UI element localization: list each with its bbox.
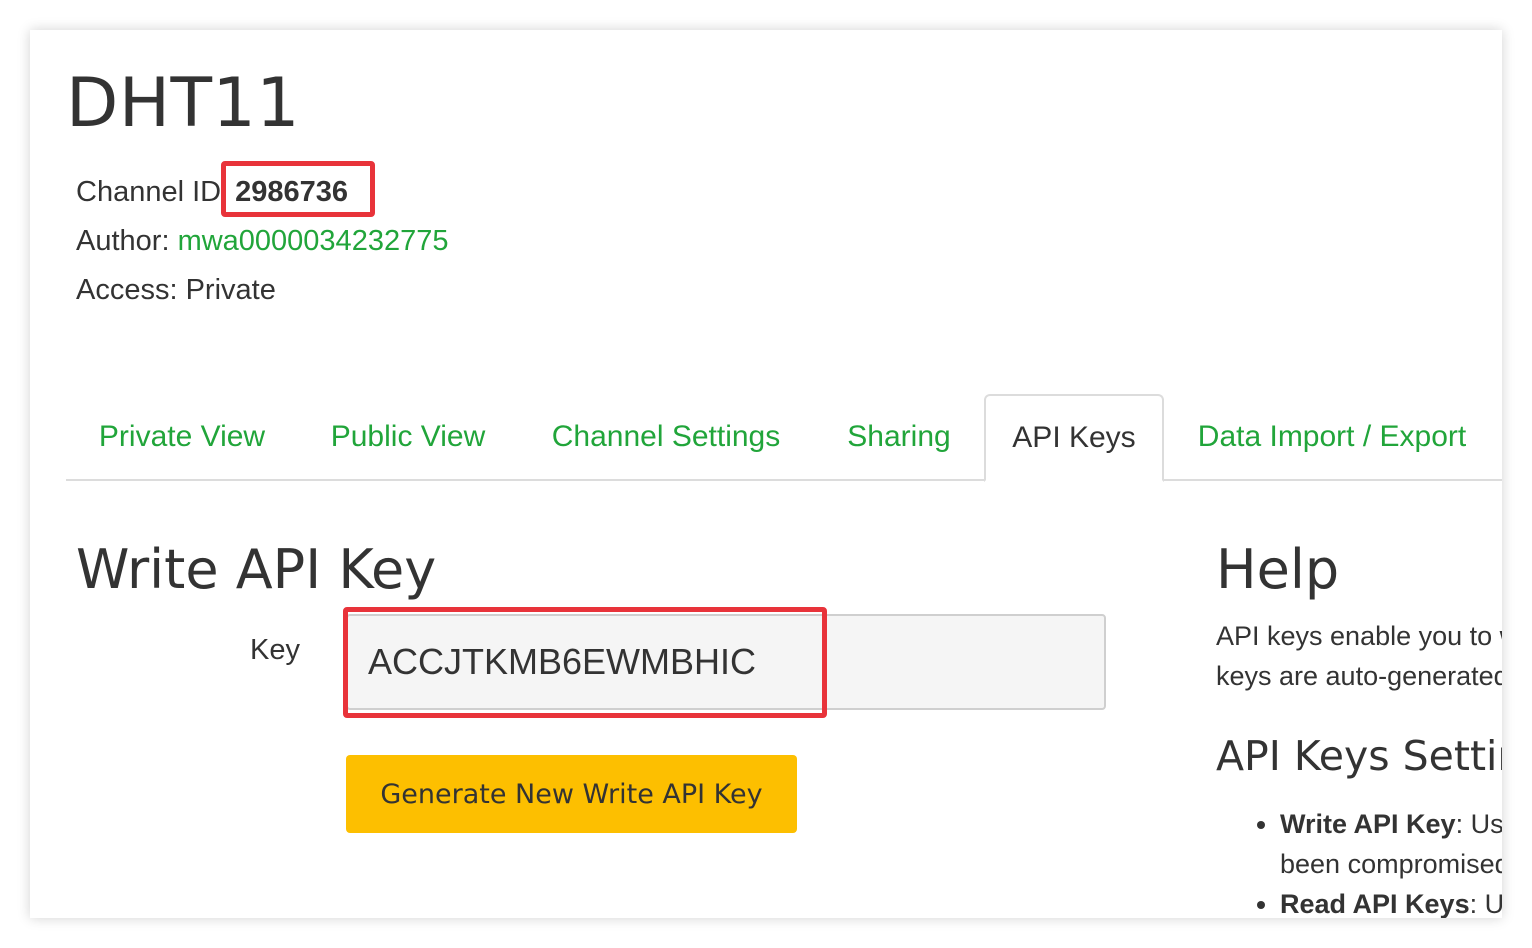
help-text: : Use <box>1469 889 1502 918</box>
channel-id-highlight <box>221 161 375 217</box>
author-link[interactable]: mwa0000034232775 <box>178 225 449 257</box>
tab-label: API Keys <box>1012 421 1136 454</box>
list-item: Read API Keys: Use <box>1280 884 1502 918</box>
tab-public-view[interactable]: Public View <box>298 394 518 479</box>
write-api-key-title: Write API Key <box>76 538 437 601</box>
tab-sharing[interactable]: Sharing <box>814 394 984 479</box>
channel-title: DHT11 <box>66 64 301 143</box>
help-title: Help <box>1216 538 1340 601</box>
api-keys-settings-title: API Keys Settin <box>1216 732 1502 780</box>
tab-data-import-export[interactable]: Data Import / Export <box>1162 394 1502 479</box>
access-label: Access: <box>76 274 178 306</box>
tab-label: Private View <box>98 419 266 453</box>
generate-write-api-key-button[interactable]: Generate New Write API Key <box>346 755 797 833</box>
author-label: Author: <box>76 225 170 257</box>
help-text: : Use <box>1455 809 1502 839</box>
access-value: Private <box>185 274 276 306</box>
channel-tabs: Private View Public View Channel Setting… <box>66 394 1502 482</box>
help-description: API keys enable you to w keys are auto-g… <box>1216 616 1502 696</box>
tab-api-keys[interactable]: API Keys <box>984 394 1164 482</box>
channel-card: DHT11 Channel ID 2986736 Author: mwa0000… <box>30 30 1502 918</box>
help-term: Write API Key <box>1280 809 1456 839</box>
tab-private-view[interactable]: Private View <box>66 394 298 479</box>
tab-label: Data Import / Export <box>1197 419 1467 453</box>
api-key-highlight <box>343 607 827 718</box>
tab-label: Sharing <box>847 419 951 453</box>
author-row: Author: mwa0000034232775 <box>76 225 448 258</box>
list-item: Write API Key: Use been compromised <box>1280 804 1502 884</box>
help-term: Read API Keys <box>1280 889 1470 918</box>
tab-label: Channel Settings <box>551 419 781 453</box>
help-text: been compromised <box>1280 849 1502 879</box>
help-line: API keys enable you to w <box>1216 621 1502 651</box>
tab-channel-settings[interactable]: Channel Settings <box>518 394 814 479</box>
access-row: Access: Private <box>76 274 276 307</box>
help-line: keys are auto-generated <box>1216 661 1502 691</box>
key-label: Key <box>250 634 300 666</box>
channel-id-label: Channel ID <box>76 176 222 208</box>
help-settings-list: Write API Key: Use been compromised Read… <box>1244 804 1502 918</box>
tab-label: Public View <box>330 419 486 453</box>
